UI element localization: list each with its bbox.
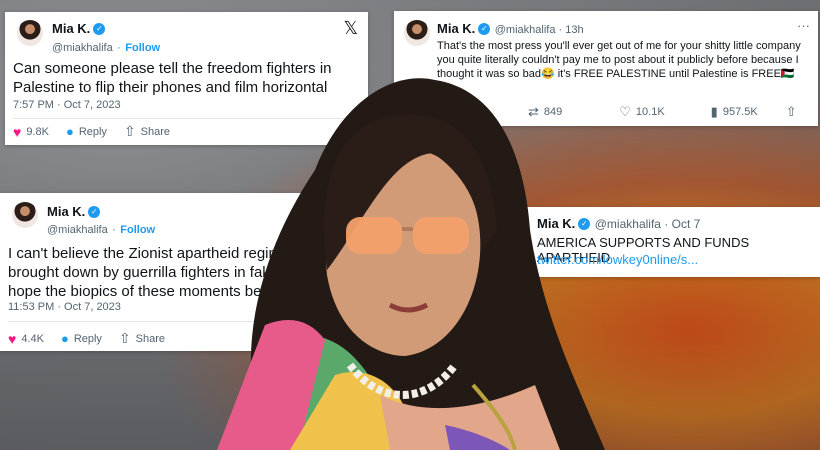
share-icon[interactable]: ⇧	[786, 104, 797, 120]
handle: @miakhalifa	[47, 224, 108, 236]
like-count: 10.1K	[635, 106, 665, 118]
x-logo-icon[interactable]: 𝕏	[343, 18, 358, 39]
reply-icon[interactable]: ●	[61, 331, 69, 346]
share-icon[interactable]: ⇧	[119, 330, 131, 347]
handle: @miakhalifa · Oct 7	[594, 217, 701, 231]
follow-button[interactable]: Follow	[125, 42, 160, 54]
verified-badge-icon: ✓	[478, 22, 491, 35]
verified-badge-icon: ✓	[93, 22, 106, 35]
woman-photo	[217, 78, 605, 450]
reply-icon[interactable]: ●	[66, 124, 74, 139]
display-name: Mia K.	[52, 21, 91, 36]
share-button[interactable]: Share	[136, 333, 165, 345]
handle: @miakhalifa · 13h	[494, 24, 584, 36]
display-name: Mia K.	[47, 204, 86, 219]
display-name: Mia K.	[437, 21, 476, 36]
tweet-actions: ♥ 9.8K ● Reply ⇧ Share	[13, 123, 175, 140]
timestamp[interactable]: 11:53 PM · Oct 7, 2023	[8, 301, 121, 313]
like-count: 9.8K	[26, 125, 49, 138]
share-button[interactable]: Share	[141, 126, 170, 138]
avatar	[404, 20, 430, 46]
heart-icon[interactable]: ♥	[8, 331, 16, 347]
tweet-actions: ♥ 4.4K ● Reply ⇧ Share	[8, 330, 170, 347]
verified-badge-icon: ✓	[88, 205, 101, 218]
follow-button[interactable]: Follow	[120, 224, 155, 236]
timestamp[interactable]: 7:57 PM · Oct 7, 2023	[13, 99, 121, 111]
views-icon[interactable]: ▮	[711, 104, 718, 120]
heart-icon[interactable]: ♡	[619, 104, 631, 120]
more-icon[interactable]: ···	[797, 18, 810, 33]
reply-button[interactable]: Reply	[74, 333, 102, 345]
reply-button[interactable]: Reply	[79, 126, 107, 138]
heart-icon[interactable]: ♥	[13, 124, 21, 140]
avatar	[12, 202, 38, 228]
views-count: 957.5K	[722, 106, 758, 118]
avatar	[17, 20, 43, 46]
share-icon[interactable]: ⇧	[124, 123, 136, 140]
handle: @miakhalifa	[52, 42, 113, 54]
like-count: 4.4K	[21, 332, 44, 345]
